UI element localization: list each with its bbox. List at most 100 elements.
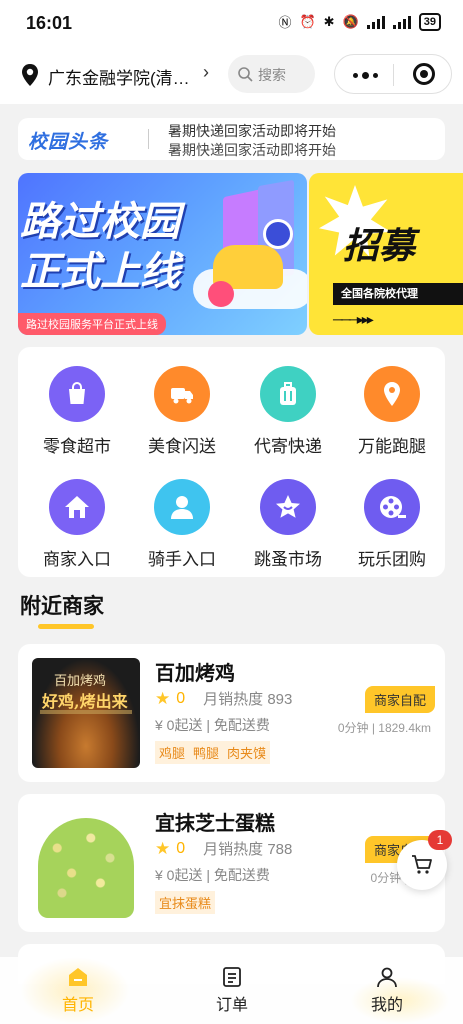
section-title: 附近商家 [20,595,104,618]
chevron-right-icon[interactable]: › [203,62,209,83]
shop-sales: 月销热度 788 [203,841,293,858]
shop-card[interactable]: 百加烤鸡 好鸡,烤出来 百加烤鸡 ★ 0 月销热度 893 ¥ 0起送 | 免配… [18,644,445,782]
shop-fee: ¥ 0起送 | 免配送费 [155,867,270,883]
news-line-1: 暑期快递回家活动即将开始 [168,123,336,139]
category-food-delivery[interactable]: 美食闪送 [129,366,235,457]
news-line-2: 暑期快递回家活动即将开始 [168,142,336,158]
search-placeholder: 搜索 [258,67,286,83]
arrow-icon: ───▸▸▸ [333,311,374,327]
category-snacks[interactable]: 零食超市 [24,366,130,457]
mini-program-capsule [334,54,452,94]
banner-headline-1: 路过校园 [20,200,180,244]
profile-icon [377,967,397,988]
star-icon [260,479,316,535]
category-express[interactable]: 代寄快递 [235,366,341,457]
news-divider [148,129,149,149]
shop-score: 0 [176,689,186,707]
close-target-icon[interactable] [413,63,435,85]
shop-name: 宜抹芝士蛋糕 [155,813,275,835]
home-icon [69,968,87,986]
category-group-buy[interactable]: 玩乐团购 [339,479,445,570]
category-label: 商家入口 [43,550,111,569]
news-logo: 校园头条 [28,132,109,153]
banner-headline: 路过校园 正式上线 [20,197,180,297]
bottom-tab-bar: 首页 订单 我的 [0,957,463,1024]
category-label: 跳蚤市场 [254,550,322,569]
shop-tag: 宜抹蛋糕 [155,891,216,914]
star-icon: ★ [155,688,171,708]
banner-headline-2: 正式上线 [20,250,180,294]
location-pin-icon [364,366,420,422]
delivery-truck-icon [154,366,210,422]
shop-tag: 鸭腿 [189,741,224,764]
search-box[interactable]: 搜索 [228,55,315,93]
suitcase-icon [260,366,316,422]
shop-tag: 鸡腿 [155,741,190,764]
location-text[interactable]: 广东金融学院(清… [48,64,190,89]
shop-image: 百加烤鸡 好鸡,烤出来 [32,658,140,768]
shop-image-band [40,710,132,714]
shopping-bag-icon [49,366,105,422]
film-reel-icon [364,479,420,535]
banner-pill: 路过校园服务平台正式上线 [18,313,166,335]
mute-icon: 🔕 [342,13,359,29]
tab-label: 首页 [61,997,94,1014]
tab-home[interactable]: 首页 [38,965,118,1015]
shop-image-title: 百加烤鸡 [54,674,107,689]
home-icon [49,479,105,535]
status-time: 16:01 [26,13,73,33]
recruit-banner[interactable]: 招募 全国各院校代理 ───▸▸▸ [309,173,463,335]
tab-orders[interactable]: 订单 [192,965,272,1015]
news-lines: 暑期快递回家活动即将开始 暑期快递回家活动即将开始 [168,122,438,159]
news-ticker[interactable]: 校园头条 暑期快递回家活动即将开始 暑期快递回家活动即将开始 [18,118,445,160]
star-icon: ★ [155,838,171,858]
shop-rating: ★ 0 月销热度 788 [155,838,292,859]
category-label: 骑手入口 [148,550,216,569]
top-bar: 广东金融学院(清… › 搜索 [0,46,463,104]
bluetooth-icon: ✱ [323,13,335,29]
battery-icon: 39 [418,12,441,31]
category-label: 玩乐团购 [358,550,426,569]
status-icons: Ⓝ ⏰ ✱ 🔕 39 [278,12,441,31]
more-icon[interactable] [353,72,378,79]
banner-wheel [208,281,234,307]
shop-score: 0 [176,839,186,857]
category-merchant[interactable]: 商家入口 [24,479,130,570]
category-label: 零食超市 [43,437,111,456]
category-rider[interactable]: 骑手入口 [129,479,235,570]
nfc-icon: Ⓝ [278,15,292,30]
shop-sales: 月销热度 893 [203,691,293,708]
banner-rider [263,219,293,249]
category-label: 代寄快递 [254,437,322,456]
shop-card[interactable]: 宜抹芝士蛋糕 ★ 0 月销热度 788 ¥ 0起送 | 免配送费 宜抹蛋糕 商家… [18,794,445,932]
shop-fee: ¥ 0起送 | 免配送费 [155,717,270,733]
shop-name: 百加烤鸡 [155,663,235,685]
category-label: 万能跑腿 [358,437,426,456]
cart-count-badge: 1 [428,830,452,850]
order-list-icon [223,967,241,987]
cake-image [38,818,134,918]
search-icon [238,67,253,82]
user-icon [154,479,210,535]
tab-label: 我的 [370,997,403,1014]
shop-tag: 肉夹馍 [223,741,271,764]
shop-distance: 0分钟 | 1829.4km [337,721,431,735]
signal-icon-2 [392,15,411,29]
shop-tags: 鸡腿 鸭腿 肉夹馍 [155,741,271,764]
location-pin-icon[interactable] [20,63,40,87]
category-flea-market[interactable]: 跳蚤市场 [235,479,341,570]
category-label: 美食闪送 [148,437,216,456]
promo-banner[interactable]: 路过校园 正式上线 路过校园服务平台正式上线 [18,173,307,335]
section-underline [38,624,94,629]
tab-profile[interactable]: 我的 [347,965,427,1015]
shop-image [32,808,140,918]
tab-label: 订单 [215,997,248,1014]
category-errand[interactable]: 万能跑腿 [339,366,445,457]
category-grid: 零食超市 美食闪送 代寄快递 万能跑腿 商家入口 骑手入口 跳蚤市场 玩乐团购 [18,347,445,577]
signal-icon [366,15,385,29]
capsule-divider [393,64,394,86]
status-bar: 16:01 Ⓝ ⏰ ✱ 🔕 39 [0,0,463,46]
recruit-strip: 全国各院校代理 [333,283,463,305]
alarm-icon: ⏰ [299,13,316,29]
shop-tags: 宜抹蛋糕 [155,891,216,914]
